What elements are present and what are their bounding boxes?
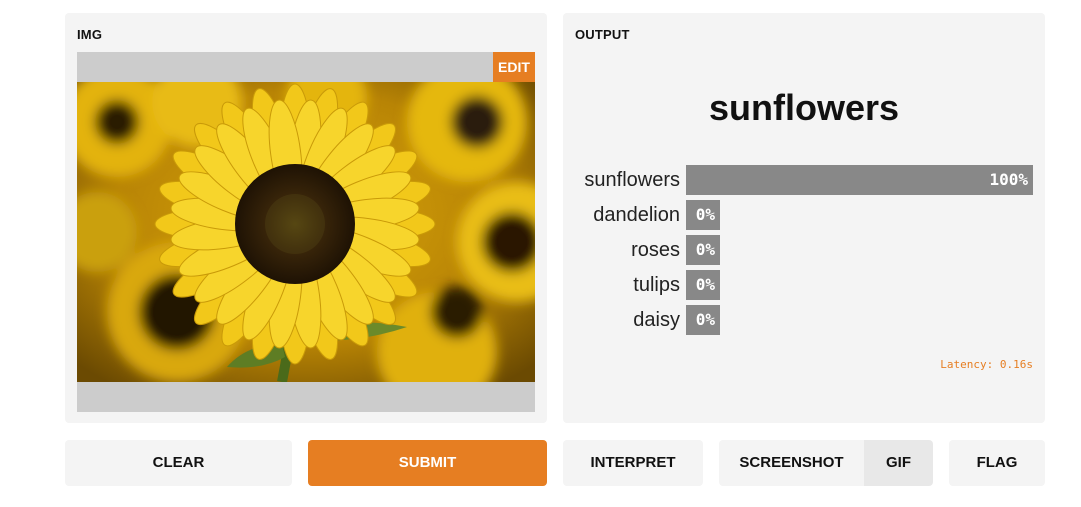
image-frame: EDIT [77, 52, 535, 412]
confidence-label: daisy [633, 309, 680, 331]
confidence-label: tulips [633, 274, 680, 296]
interpret-button[interactable]: INTERPRET [563, 440, 703, 486]
confidence-bar: 0% [686, 305, 720, 335]
input-panel: IMG EDIT [65, 13, 547, 423]
flag-button[interactable]: FLAG [949, 440, 1045, 486]
output-label: OUTPUT [575, 27, 630, 42]
confidence-bar: 0% [686, 200, 720, 230]
predicted-class: sunflowers [708, 87, 900, 128]
confidence-bar: 0% [686, 270, 720, 300]
output-panel: OUTPUT sunflowers sunflowers 100% dandel… [563, 13, 1045, 423]
edit-button[interactable]: EDIT [493, 52, 535, 82]
screenshot-button[interactable]: SCREENSHOT [719, 440, 864, 486]
confidence-label: sunflowers [584, 169, 680, 191]
screenshot-button-group: SCREENSHOT GIF [719, 440, 933, 486]
confidence-row-dandelion: dandelion 0% [563, 200, 1045, 230]
confidence-row-roses: roses 0% [563, 235, 1045, 265]
confidence-row-daisy: daisy 0% [563, 305, 1045, 335]
clear-button[interactable]: CLEAR [65, 440, 292, 486]
gif-button[interactable]: GIF [864, 440, 933, 486]
submit-button[interactable]: SUBMIT [308, 440, 547, 486]
confidence-row-sunflowers: sunflowers 100% [563, 165, 1045, 195]
sunflower-image [77, 82, 535, 382]
latency-text: Latency: 0.16s [940, 358, 1033, 371]
confidence-label: roses [631, 239, 680, 261]
confidence-bar: 100% [686, 165, 1033, 195]
confidence-row-tulips: tulips 0% [563, 270, 1045, 300]
confidence-label: dandelion [593, 204, 680, 226]
input-label: IMG [77, 27, 103, 42]
confidence-bar: 0% [686, 235, 720, 265]
